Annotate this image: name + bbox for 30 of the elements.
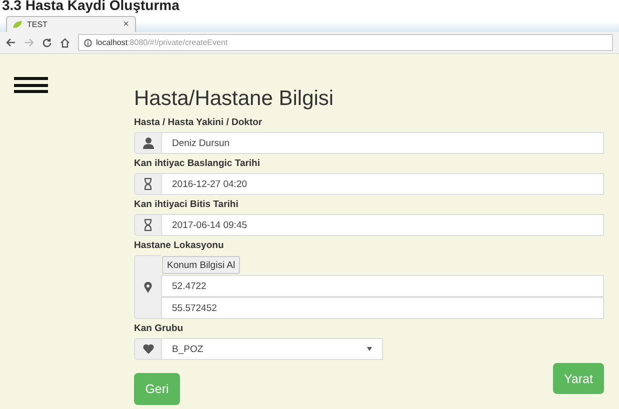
field-label: Kan Grubu (134, 322, 184, 335)
browser-tab[interactable]: TEST × (6, 16, 136, 32)
input-field[interactable]: Deniz Dursun (161, 132, 604, 154)
menu-icon[interactable] (14, 77, 48, 93)
leaf-icon (13, 21, 22, 28)
input-field[interactable]: 52.4722 (161, 275, 604, 297)
home-icon[interactable] (60, 38, 70, 48)
field-label: Hasta / Hasta Yakini / Doktor (134, 116, 264, 129)
reload-icon[interactable] (42, 38, 52, 48)
hourglass-icon (144, 178, 152, 190)
info-icon (84, 38, 92, 46)
document-heading: 3.3 Hasta Kaydi Oluşturma (1, 0, 180, 14)
caret-icon (367, 347, 372, 351)
hourglass-icon (144, 219, 152, 231)
form-title: Hasta/Hastane Bilgisi (134, 87, 335, 111)
input-field[interactable]: 2017-06-14 09:45 (161, 214, 604, 236)
url-text: localhost:8080/#!/private/createEvent (96, 38, 228, 47)
input-field[interactable]: 2016-12-27 04:20 (161, 173, 604, 195)
address-bar[interactable]: localhost:8080/#!/private/createEvent (78, 34, 613, 51)
select-field[interactable]: B_POZ (161, 338, 383, 360)
user-icon (142, 137, 154, 149)
map-pin-icon (144, 282, 152, 292)
field-label: Kan ihtiyac Baslangic Tarihi (134, 157, 262, 170)
close-tab-button[interactable]: × (123, 19, 129, 30)
field-label: Kan ihtiyaci Bitis Tarihi (134, 198, 240, 211)
input-field[interactable]: 55.572452 (161, 297, 604, 319)
back-icon[interactable] (6, 38, 16, 47)
get-location-button[interactable]: Konum Bilgisi Al (162, 256, 240, 274)
heart-icon (142, 344, 154, 354)
field-label: Hastane Lokasyonu (134, 239, 225, 252)
